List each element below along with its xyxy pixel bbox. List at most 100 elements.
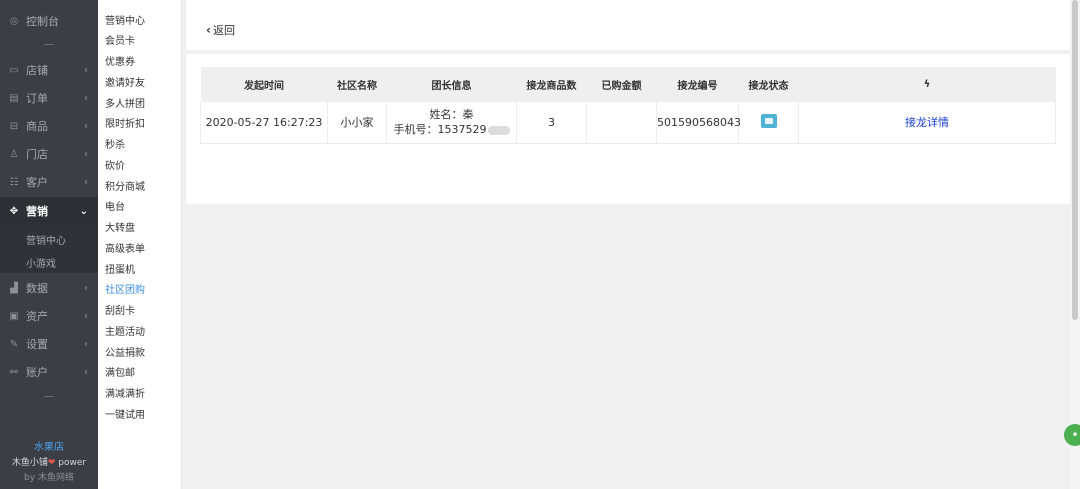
order-icon: ▤ (9, 92, 19, 104)
cell-goods-count: 3 (516, 102, 587, 144)
marketing-icon: ✥ (9, 205, 19, 217)
chevron-left-icon: ‹ (84, 120, 88, 132)
subnav-item[interactable]: 公益捐款 (105, 344, 145, 359)
status-icon[interactable] (760, 113, 777, 128)
company-credit: by 木鱼网络 (24, 473, 74, 483)
shop-name[interactable]: 水果店 (0, 438, 98, 453)
account-icon: ⚯ (9, 366, 19, 378)
subnav-item[interactable]: 营销中心 (105, 12, 145, 27)
subnav-item[interactable]: 刮刮卡 (105, 302, 135, 317)
store-icon: ♙ (9, 148, 19, 160)
nav-divider (44, 44, 54, 45)
settings-icon: ✎ (9, 338, 19, 350)
nav-item-label: 商品 (26, 120, 48, 133)
subnav-item[interactable]: 扭蛋机 (105, 261, 135, 276)
goods-icon: ⊟ (9, 120, 19, 132)
scrollbar-thumb[interactable] (1072, 0, 1078, 320)
power-word: power (55, 458, 87, 468)
subnav-item[interactable]: 电台 (105, 198, 125, 213)
chevron-down-icon: ⌄ (79, 205, 88, 217)
back-label: 返回 (212, 24, 235, 37)
redacted-blur (487, 125, 510, 135)
subnav-item[interactable]: 会员卡 (105, 32, 135, 47)
nav-item-customer[interactable]: ☷ 客户 ‹ (0, 169, 98, 195)
lightning-icon: ϟ (798, 67, 1056, 102)
cell-start-time: 2020-05-27 16:27:23 (200, 102, 328, 144)
main-sidebar: ◎ 控制台 ▭ 店铺 ‹ ▤ 订单 ‹ ⊟ 商品 ‹ ♙ 门店 ‹ ☷ 客户 ‹… (0, 0, 98, 489)
subnav-item[interactable]: 满包邮 (105, 364, 135, 379)
cell-leader-info: 姓名：秦 手机号：1537529 (386, 102, 517, 144)
nav-item-label: 设置 (26, 338, 48, 351)
nav-item-goods[interactable]: ⊟ 商品 ‹ (0, 113, 98, 139)
power-brand: 木鱼小铺 (11, 458, 48, 468)
cell-number: 501590568043 (656, 102, 741, 144)
nav-item-label: 资产 (26, 310, 48, 323)
subnav-item[interactable]: 高级表单 (105, 240, 145, 255)
nav-divider (44, 396, 54, 397)
subnav-item[interactable]: 大转盘 (105, 219, 135, 234)
nav-item-store[interactable]: ♙ 门店 ‹ (0, 141, 98, 167)
subnav-item[interactable]: 一键试用 (105, 406, 145, 421)
nav-subitem-marketing-center[interactable]: 营销中心 (26, 232, 66, 247)
col-header-start-time: 发起时间 (200, 67, 328, 102)
subnav-item[interactable]: 优惠券 (105, 53, 135, 68)
nav-item-settings[interactable]: ✎ 设置 ‹ (0, 331, 98, 357)
main-content: ‹ 返回 发起时间 社区名称 团长信息 接龙商品数 已购金额 接龙编号 接龙状态… (186, 0, 1070, 489)
top-bar: ‹ 返回 (186, 0, 1070, 50)
subnav-item[interactable]: 秒杀 (105, 136, 125, 151)
shop-icon: ▭ (9, 64, 19, 76)
nav-item-shop[interactable]: ▭ 店铺 ‹ (0, 57, 98, 83)
detail-panel: 发起时间 社区名称 团长信息 接龙商品数 已购金额 接龙编号 接龙状态 ϟ 20… (186, 54, 1070, 204)
table-header-row: 发起时间 社区名称 团长信息 接龙商品数 已购金额 接龙编号 接龙状态 ϟ (200, 67, 1056, 102)
sidebar-footer: 水果店 木鱼小铺❤ power by 木鱼网络 (0, 438, 98, 483)
nav-submenu-marketing: 营销中心 小游戏 (0, 225, 98, 273)
subnav-item[interactable]: 砍价 (105, 157, 125, 172)
asset-icon: ▣ (9, 310, 19, 322)
nav-item-account[interactable]: ⚯ 账户 ‹ (0, 359, 98, 385)
cell-community: 小小家 (327, 102, 387, 144)
page-scrollbar[interactable] (1070, 0, 1080, 489)
nav-item-asset[interactable]: ▣ 资产 ‹ (0, 303, 98, 329)
nav-item-label: 店铺 (26, 64, 48, 77)
nav-item-label: 数据 (26, 282, 48, 295)
col-header-community: 社区名称 (327, 67, 387, 102)
subnav-item[interactable]: 积分商城 (105, 178, 145, 193)
col-header-number: 接龙编号 (656, 67, 739, 102)
nav-item-label: 客户 (26, 176, 48, 189)
col-header-amount: 已购金额 (586, 67, 657, 102)
nav-item-label: 营销 (26, 205, 48, 218)
chevron-left-icon: ‹ (84, 282, 88, 294)
leader-phone-line: 手机号：1537529 (387, 122, 516, 137)
chevron-left-icon: ‹ (84, 366, 88, 378)
chat-icon: • (1071, 428, 1079, 442)
chevron-left-icon: ‹ (84, 310, 88, 322)
nav-item-label: 门店 (26, 148, 48, 161)
cell-status (738, 102, 799, 144)
nav-item-marketing[interactable]: ✥ 营销 ⌄ (0, 197, 98, 225)
subnav-item[interactable]: 限时折扣 (105, 115, 145, 130)
floating-chat-button[interactable]: • (1064, 424, 1080, 446)
customer-icon: ☷ (9, 176, 19, 188)
chevron-left-icon: ‹ (84, 338, 88, 350)
subnav-item[interactable]: 多人拼团 (105, 95, 145, 110)
nav-item-dashboard[interactable]: ◎ 控制台 (0, 8, 98, 34)
chevron-left-icon: ‹ (84, 176, 88, 188)
table-row: 2020-05-27 16:27:23 小小家 姓名：秦 手机号：1537529… (200, 102, 1056, 144)
back-button[interactable]: ‹ 返回 (206, 22, 235, 38)
solitaire-table: 发起时间 社区名称 团长信息 接龙商品数 已购金额 接龙编号 接龙状态 ϟ 20… (200, 67, 1056, 144)
nav-item-data[interactable]: ▟ 数据 ‹ (0, 275, 98, 301)
subnav-item[interactable]: 主题活动 (105, 323, 145, 338)
col-header-leader-info: 团长信息 (386, 67, 517, 102)
chevron-left-icon: ‹ (84, 64, 88, 76)
nav-item-order[interactable]: ▤ 订单 ‹ (0, 85, 98, 111)
subnav-item[interactable]: 邀请好友 (105, 74, 145, 89)
nav-item-label: 订单 (26, 92, 48, 105)
subnav-item-community-group-buy[interactable]: 社区团购 (105, 281, 145, 296)
cell-action: 接龙详情 (798, 102, 1056, 144)
nav-subitem-mini-games[interactable]: 小游戏 (26, 255, 56, 270)
solitaire-detail-link[interactable]: 接龙详情 (905, 116, 949, 129)
col-header-goods-count: 接龙商品数 (516, 67, 587, 102)
chevron-left-icon: ‹ (84, 148, 88, 160)
subnav-item[interactable]: 满减满折 (105, 385, 145, 400)
chevron-left-icon: ‹ (206, 23, 211, 37)
